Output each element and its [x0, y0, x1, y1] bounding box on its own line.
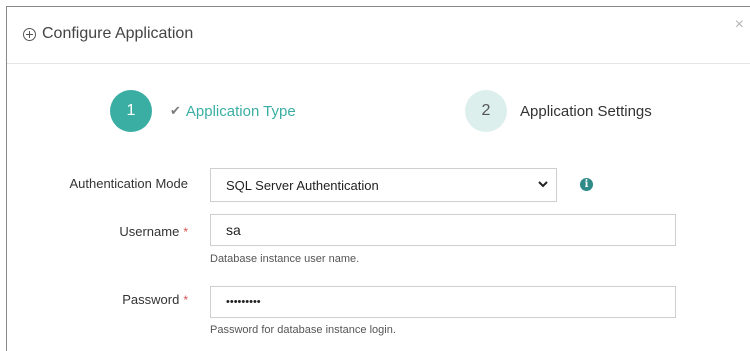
close-icon[interactable]: × [735, 17, 744, 33]
required-indicator: * [183, 293, 188, 307]
info-icon[interactable]: i [580, 178, 593, 191]
chevron-down-icon [538, 181, 548, 188]
step-2-label: Application Settings [520, 102, 652, 120]
step-application-type[interactable]: 1 ✔ Application Type [110, 90, 296, 132]
check-icon: ✔ [170, 103, 181, 118]
auth-mode-value: SQL Server Authentication [226, 177, 379, 193]
username-label: Username * [40, 224, 188, 239]
password-label: Password * [40, 292, 188, 307]
username-input[interactable]: sa [210, 214, 676, 246]
dialog-title: Configure Application [42, 25, 194, 42]
required-indicator: * [183, 225, 188, 239]
password-input[interactable]: ••••••••• [210, 286, 676, 318]
dialog-title-wrap: Configure Application [23, 25, 193, 43]
auth-mode-select[interactable]: SQL Server Authentication [210, 168, 557, 202]
dialog-header: Configure Application × [7, 7, 750, 64]
step-application-settings[interactable]: 2 Application Settings [465, 90, 652, 132]
auth-mode-label: Authentication Mode [40, 176, 188, 191]
password-label-text: Password [122, 292, 180, 307]
step-2-circle: 2 [465, 90, 507, 132]
username-help: Database instance user name. [210, 253, 360, 265]
username-label-text: Username [119, 224, 180, 239]
username-value: sa [226, 222, 241, 238]
auth-mode-label-text: Authentication Mode [69, 176, 188, 191]
password-help: Password for database instance login. [210, 324, 396, 336]
step-1-circle: 1 [110, 90, 152, 132]
plus-circle-icon [23, 27, 36, 41]
step-1-label: Application Type [185, 102, 296, 120]
password-value: ••••••••• [226, 296, 261, 308]
